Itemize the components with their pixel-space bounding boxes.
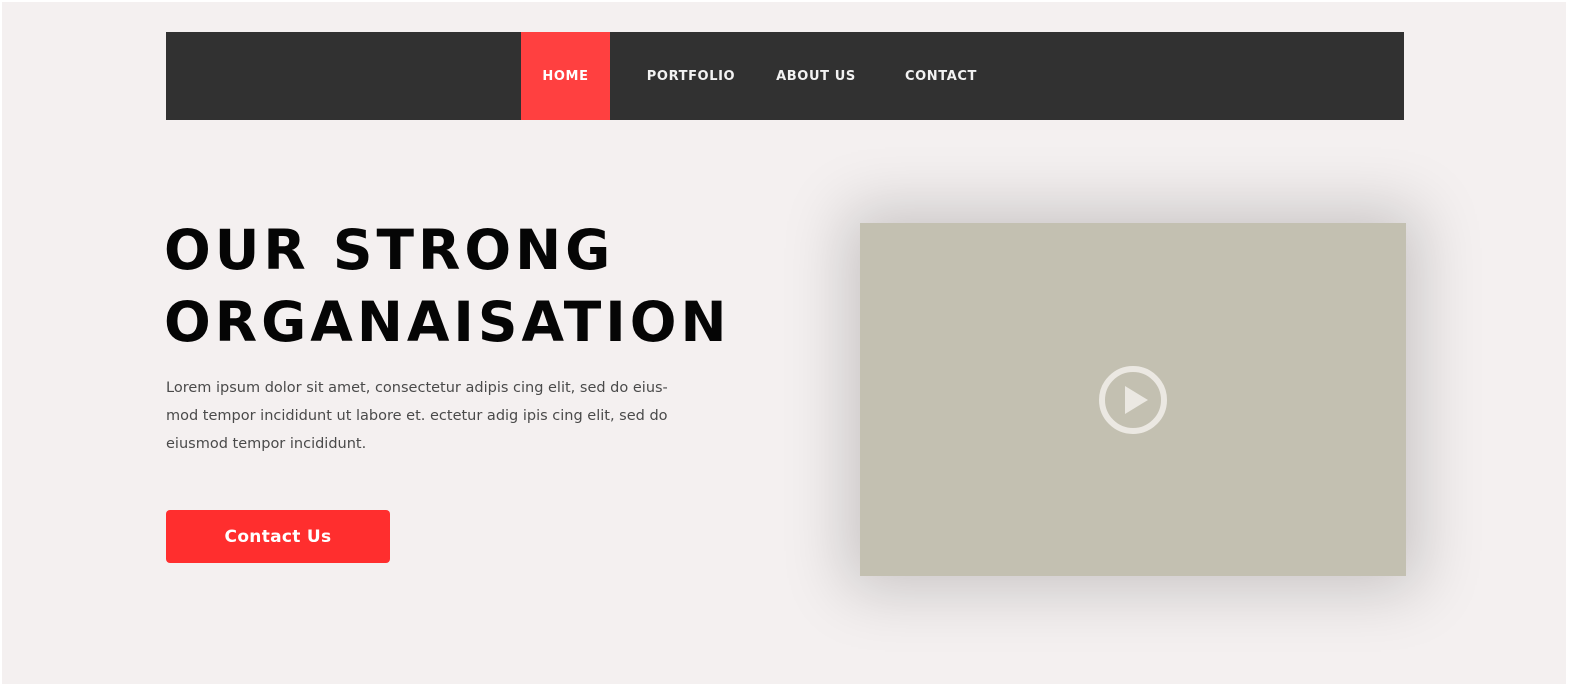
hero-description: Lorem ipsum dolor sit amet, consectetur …: [166, 380, 668, 452]
hero-title-line-1: OUR STRONG: [164, 218, 615, 282]
nav-item-about-us[interactable]: ABOUT US: [770, 32, 862, 120]
nav-item-portfolio[interactable]: PORTFOLIO: [642, 32, 740, 120]
hero-title-line-2: ORGANAISATION: [164, 290, 731, 354]
page: HOME PORTFOLIO ABOUT US CONTACT OUR STRO…: [2, 2, 1566, 684]
nav-item-contact[interactable]: CONTACT: [897, 32, 985, 120]
video-player[interactable]: [860, 223, 1406, 576]
navbar: HOME PORTFOLIO ABOUT US CONTACT: [166, 32, 1404, 120]
hero-title: OUR STRONG ORGANAISATION: [164, 214, 731, 358]
nav-item-home[interactable]: HOME: [521, 32, 610, 120]
play-icon[interactable]: [1098, 365, 1168, 435]
contact-us-button[interactable]: Contact Us: [166, 510, 390, 563]
